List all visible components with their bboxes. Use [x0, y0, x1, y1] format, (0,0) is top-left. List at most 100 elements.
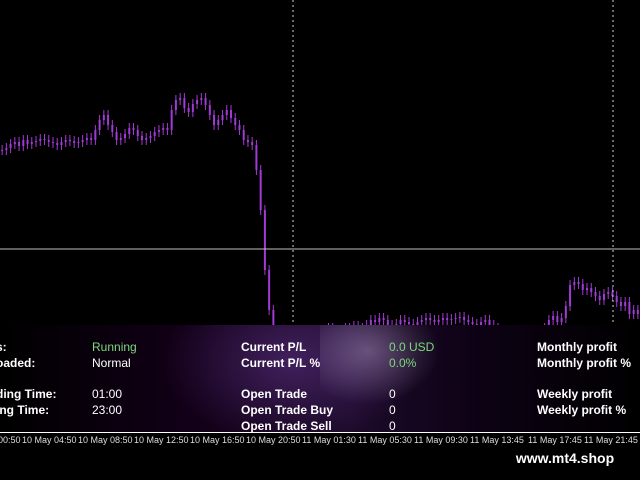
candle-body: [229, 110, 232, 118]
candle-body: [602, 294, 605, 300]
candle-body: [242, 130, 245, 140]
candle-body: [111, 125, 114, 132]
candle-body: [590, 288, 593, 292]
candle-body: [90, 138, 93, 140]
candle-body: [246, 140, 249, 142]
candle-body: [234, 118, 237, 125]
candle-body: [166, 128, 169, 130]
candle-body: [238, 125, 241, 130]
candle-body: [560, 318, 563, 322]
candle-body: [484, 320, 487, 322]
candle-body: [26, 140, 29, 144]
candle-body: [145, 138, 148, 140]
open-trade-sell-value: 0: [389, 419, 396, 433]
candle-body: [268, 270, 271, 310]
candle-body: [225, 110, 228, 115]
candle-body: [196, 100, 199, 104]
time-tick: 10 May 16:50: [190, 435, 245, 445]
candle-body: [607, 292, 610, 294]
loaded-label: oaded:: [0, 356, 36, 370]
candle-body: [408, 322, 411, 324]
candle-body: [94, 130, 97, 140]
candle-body: [43, 139, 46, 140]
candle-body: [179, 98, 182, 100]
current-pl-value: 0.0 USD: [389, 340, 435, 354]
candle-body: [68, 140, 71, 141]
candle-body: [5, 148, 8, 150]
candle-body: [374, 320, 377, 322]
time-tick: 10 May 20:50: [246, 435, 301, 445]
candle-body: [628, 302, 631, 314]
candle-body: [399, 320, 402, 324]
candle-body: [174, 100, 177, 110]
monthly-profit-label: Monthly profit: [537, 340, 617, 354]
time-tick: 11 May 17:45: [528, 435, 582, 445]
candle-body: [81, 140, 84, 142]
end-trading-time-value: 23:00: [92, 403, 123, 417]
candle-body: [471, 322, 474, 324]
candle-body: [77, 142, 80, 143]
candle-body: [124, 134, 127, 138]
candle-body: [259, 170, 262, 210]
time-tick: 11 May 21:45: [584, 435, 638, 445]
open-trade-buy-label: Open Trade Buy: [241, 403, 334, 417]
monthly-profit-pct-label: Monthly profit %: [537, 356, 631, 370]
candle-body: [569, 285, 572, 306]
candle-body: [636, 310, 639, 314]
candle-body: [22, 140, 25, 146]
candle-body: [119, 138, 122, 140]
time-tick: 11 May 09:30: [414, 435, 468, 445]
candle-body: [47, 140, 50, 142]
candle-body: [183, 98, 186, 108]
candle-body: [128, 128, 131, 134]
candle-body: [594, 292, 597, 296]
candle-body: [73, 141, 76, 143]
candle-body: [64, 140, 67, 142]
candle-body: [18, 142, 21, 146]
candle-body: [1, 150, 4, 151]
candle-body: [200, 98, 203, 100]
candle-body: [191, 104, 194, 112]
current-pl-pct-label: Current P/L %: [241, 356, 321, 370]
candle-body: [30, 142, 33, 144]
candle-body: [162, 128, 165, 130]
open-trade-label: Open Trade: [241, 387, 308, 401]
start-trading-time-label: ding Time:: [0, 387, 57, 401]
candle-body: [187, 108, 190, 112]
start-trading-time-value: 01:00: [92, 387, 123, 401]
candle-body: [153, 132, 156, 136]
candle-body: [552, 316, 555, 320]
candle-body: [263, 210, 266, 270]
end-trading-time-label: ing Time:: [0, 403, 50, 417]
candle-body: [403, 320, 406, 322]
candle-body: [420, 320, 423, 322]
candle-body: [424, 318, 427, 320]
candle-body: [573, 282, 576, 285]
candle-body: [35, 141, 38, 142]
price-chart[interactable]: [0, 0, 640, 326]
status-value: Running: [92, 340, 137, 354]
weekly-profit-pct-label: Weekly profit %: [537, 403, 627, 417]
time-tick: 00:50: [0, 435, 21, 445]
candle-body: [98, 120, 101, 130]
candle-body: [60, 142, 63, 145]
candle-body: [382, 318, 385, 320]
weekly-profit-label: Weekly profit: [537, 387, 613, 401]
time-tick: 11 May 13:45: [470, 435, 524, 445]
candle-body: [450, 319, 453, 320]
candle-body: [85, 138, 88, 140]
candle-body: [624, 302, 627, 306]
candle-body: [467, 320, 470, 322]
candle-body: [577, 282, 580, 284]
candle-body: [9, 144, 12, 148]
candle-body: [136, 130, 139, 136]
open-trade-buy-value: 0: [389, 403, 396, 417]
candle-body: [251, 142, 254, 145]
candle-body: [556, 316, 559, 322]
candle-body: [619, 302, 622, 306]
candle-body: [441, 318, 444, 320]
time-tick: 11 May 05:30: [358, 435, 412, 445]
status-label: s:: [0, 340, 7, 354]
candle-body: [632, 310, 635, 314]
candle-body: [102, 115, 105, 120]
